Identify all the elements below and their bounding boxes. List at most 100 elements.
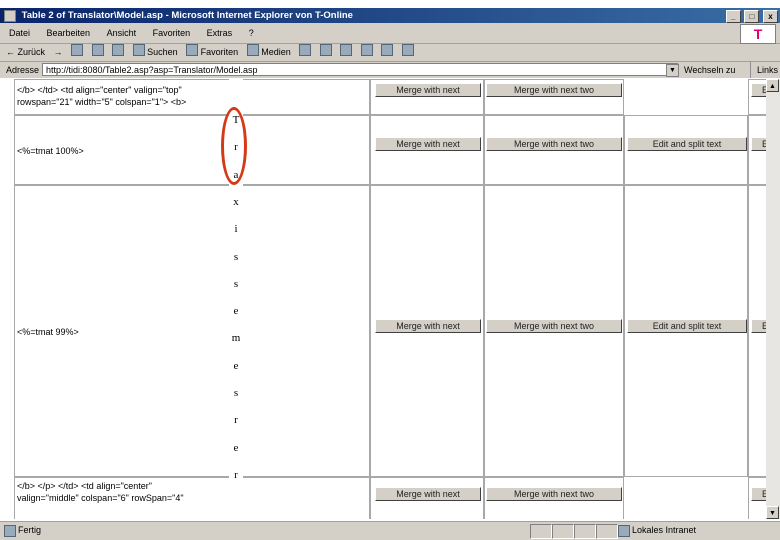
cell-text: <%=tmat 100%> bbox=[17, 146, 84, 156]
menu-bearbeiten[interactable]: Bearbeiten bbox=[47, 28, 91, 38]
refresh-icon[interactable] bbox=[91, 44, 104, 56]
media-icon bbox=[246, 44, 259, 56]
status-segment bbox=[596, 524, 618, 539]
go-button[interactable]: Wechseln zu bbox=[684, 62, 735, 78]
vertical-char: e bbox=[233, 359, 239, 372]
status-segment bbox=[530, 524, 552, 539]
table-cell: Edit bbox=[748, 79, 766, 115]
table-cell: Edit and split text bbox=[624, 185, 748, 477]
print-icon[interactable] bbox=[340, 44, 353, 56]
menu-favoriten[interactable]: Favoriten bbox=[153, 28, 191, 38]
table-cell-code: </b> </p> </td> <td align="center" valig… bbox=[14, 477, 370, 519]
table-cell: Merge with next bbox=[370, 79, 484, 115]
edit-button[interactable]: Edit bbox=[751, 487, 766, 501]
vertical-char: x bbox=[233, 195, 239, 208]
table-cell: Edit bbox=[748, 185, 766, 477]
stop-icon[interactable] bbox=[71, 44, 84, 56]
table-cell-code: <%=tmat 100%> bbox=[14, 115, 370, 185]
ie-icon bbox=[4, 10, 16, 22]
status-text: Fertig bbox=[18, 525, 42, 535]
vertical-char: r bbox=[234, 468, 238, 481]
red-highlight-oval bbox=[221, 107, 247, 185]
address-dropdown-icon[interactable]: ▼ bbox=[666, 64, 679, 77]
address-input[interactable]: http://tidi:8080/Table2.asp?asp=Translat… bbox=[42, 63, 678, 76]
cell-text: <%=tmat 99%> bbox=[17, 327, 79, 337]
vertical-scrollbar[interactable]: ▲ ▼ bbox=[766, 79, 780, 519]
address-bar: Adresse http://tidi:8080/Table2.asp?asp=… bbox=[0, 62, 780, 78]
home-icon[interactable] bbox=[112, 44, 125, 56]
edit-button[interactable]: Edit bbox=[751, 83, 766, 97]
page-content: </b> </td> <td align="center" valign="to… bbox=[0, 79, 766, 519]
menu-datei[interactable]: Datei bbox=[9, 28, 30, 38]
menu-extras[interactable]: Extras bbox=[207, 28, 233, 38]
status-segment bbox=[552, 524, 574, 539]
edit-button[interactable]: Edit bbox=[751, 137, 766, 151]
maximize-button[interactable]: □ bbox=[744, 10, 760, 23]
messenger-icon[interactable] bbox=[401, 44, 414, 56]
vertical-char: s bbox=[233, 387, 239, 399]
table-cell: Merge with next two bbox=[484, 115, 624, 185]
table-cell: Merge with next two bbox=[484, 185, 624, 477]
discuss-icon[interactable] bbox=[381, 44, 394, 56]
table-cell: Merge with next bbox=[370, 115, 484, 185]
table-cell: Edit bbox=[748, 477, 766, 519]
cell-text-line: </b> </td> <td align="center" valign="to… bbox=[17, 85, 182, 95]
favorites-icon bbox=[186, 44, 199, 56]
page-done-icon bbox=[4, 525, 16, 537]
vertical-char: r bbox=[234, 414, 238, 427]
minimize-button[interactable]: _ bbox=[725, 10, 741, 23]
merge-with-next-two-button[interactable]: Merge with next two bbox=[486, 137, 622, 151]
browser-window: Table 2 of Translator\Model.asp - Micros… bbox=[0, 0, 780, 540]
merge-with-next-two-button[interactable]: Merge with next two bbox=[486, 319, 622, 333]
merge-with-next-button[interactable]: Merge with next bbox=[375, 137, 481, 151]
vertical-char: e bbox=[233, 441, 239, 454]
intranet-zone-icon bbox=[618, 525, 630, 537]
scroll-down-icon[interactable]: ▼ bbox=[766, 506, 779, 519]
merge-with-next-button[interactable]: Merge with next bbox=[375, 83, 481, 97]
merge-with-next-two-button[interactable]: Merge with next two bbox=[486, 487, 622, 501]
table-cell-code: <%=tmat 99%> bbox=[14, 185, 370, 477]
table-cell-code: </b> </td> <td align="center" valign="to… bbox=[14, 79, 370, 115]
merge-with-next-two-button[interactable]: Merge with next two bbox=[486, 83, 622, 97]
media-button[interactable]: Medien bbox=[261, 47, 291, 57]
table-cell: Merge with next bbox=[370, 477, 484, 519]
menu-ansicht[interactable]: Ansicht bbox=[107, 28, 137, 38]
mail-icon[interactable] bbox=[319, 44, 332, 56]
history-icon[interactable] bbox=[299, 44, 312, 56]
edit-and-split-text-button[interactable]: Edit and split text bbox=[627, 319, 747, 333]
merge-with-next-button[interactable]: Merge with next bbox=[375, 487, 481, 501]
t-online-logo: T bbox=[740, 24, 776, 44]
favorites-button[interactable]: Favoriten bbox=[201, 47, 239, 57]
edit-and-split-text-button[interactable]: Edit and split text bbox=[627, 137, 747, 151]
merge-with-next-button[interactable]: Merge with next bbox=[375, 319, 481, 333]
table-cell: Edit bbox=[748, 115, 766, 185]
vertical-char: s bbox=[233, 250, 239, 263]
menu-help[interactable]: ? bbox=[249, 28, 254, 38]
table-cell: Edit and split text bbox=[624, 115, 748, 185]
security-zone-text: Lokales Intranet bbox=[632, 525, 697, 535]
table-cell: Merge with next two bbox=[484, 477, 624, 519]
address-label: Adresse bbox=[6, 65, 40, 75]
search-icon bbox=[132, 44, 145, 56]
close-button[interactable]: x bbox=[763, 10, 778, 23]
cell-text-line: rowspan="21" width="5" colspan="1"> <b> bbox=[17, 97, 187, 107]
forward-button[interactable]: → bbox=[54, 44, 63, 61]
back-button[interactable]: ← Zurück bbox=[6, 44, 45, 61]
vertical-char: i bbox=[234, 223, 238, 236]
menu-bar: Datei Bearbeiten Ansicht Favoriten Extra… bbox=[0, 23, 780, 44]
links-button[interactable]: Links bbox=[750, 62, 778, 78]
edit-icon[interactable] bbox=[360, 44, 373, 56]
window-title: Table 2 of Translator\Model.asp - Micros… bbox=[21, 10, 353, 21]
table-cell: Merge with next two bbox=[484, 79, 624, 115]
table-cell: Merge with next bbox=[370, 185, 484, 477]
cell-text-line: </b> </p> </td> <td align="center" bbox=[17, 481, 152, 491]
cell-text-line: valign="middle" colspan="6" rowSpan="4" bbox=[17, 493, 184, 503]
search-button[interactable]: Suchen bbox=[147, 47, 178, 57]
vertical-char: s bbox=[233, 277, 239, 290]
scroll-up-icon[interactable]: ▲ bbox=[766, 79, 779, 92]
vertical-char: m bbox=[231, 332, 241, 345]
edit-button[interactable]: Edit bbox=[751, 319, 766, 333]
toolbar: ← Zurück → Suchen Favoriten Medien bbox=[0, 44, 780, 62]
status-segment bbox=[574, 524, 596, 539]
title-bar: Table 2 of Translator\Model.asp - Micros… bbox=[0, 8, 780, 23]
